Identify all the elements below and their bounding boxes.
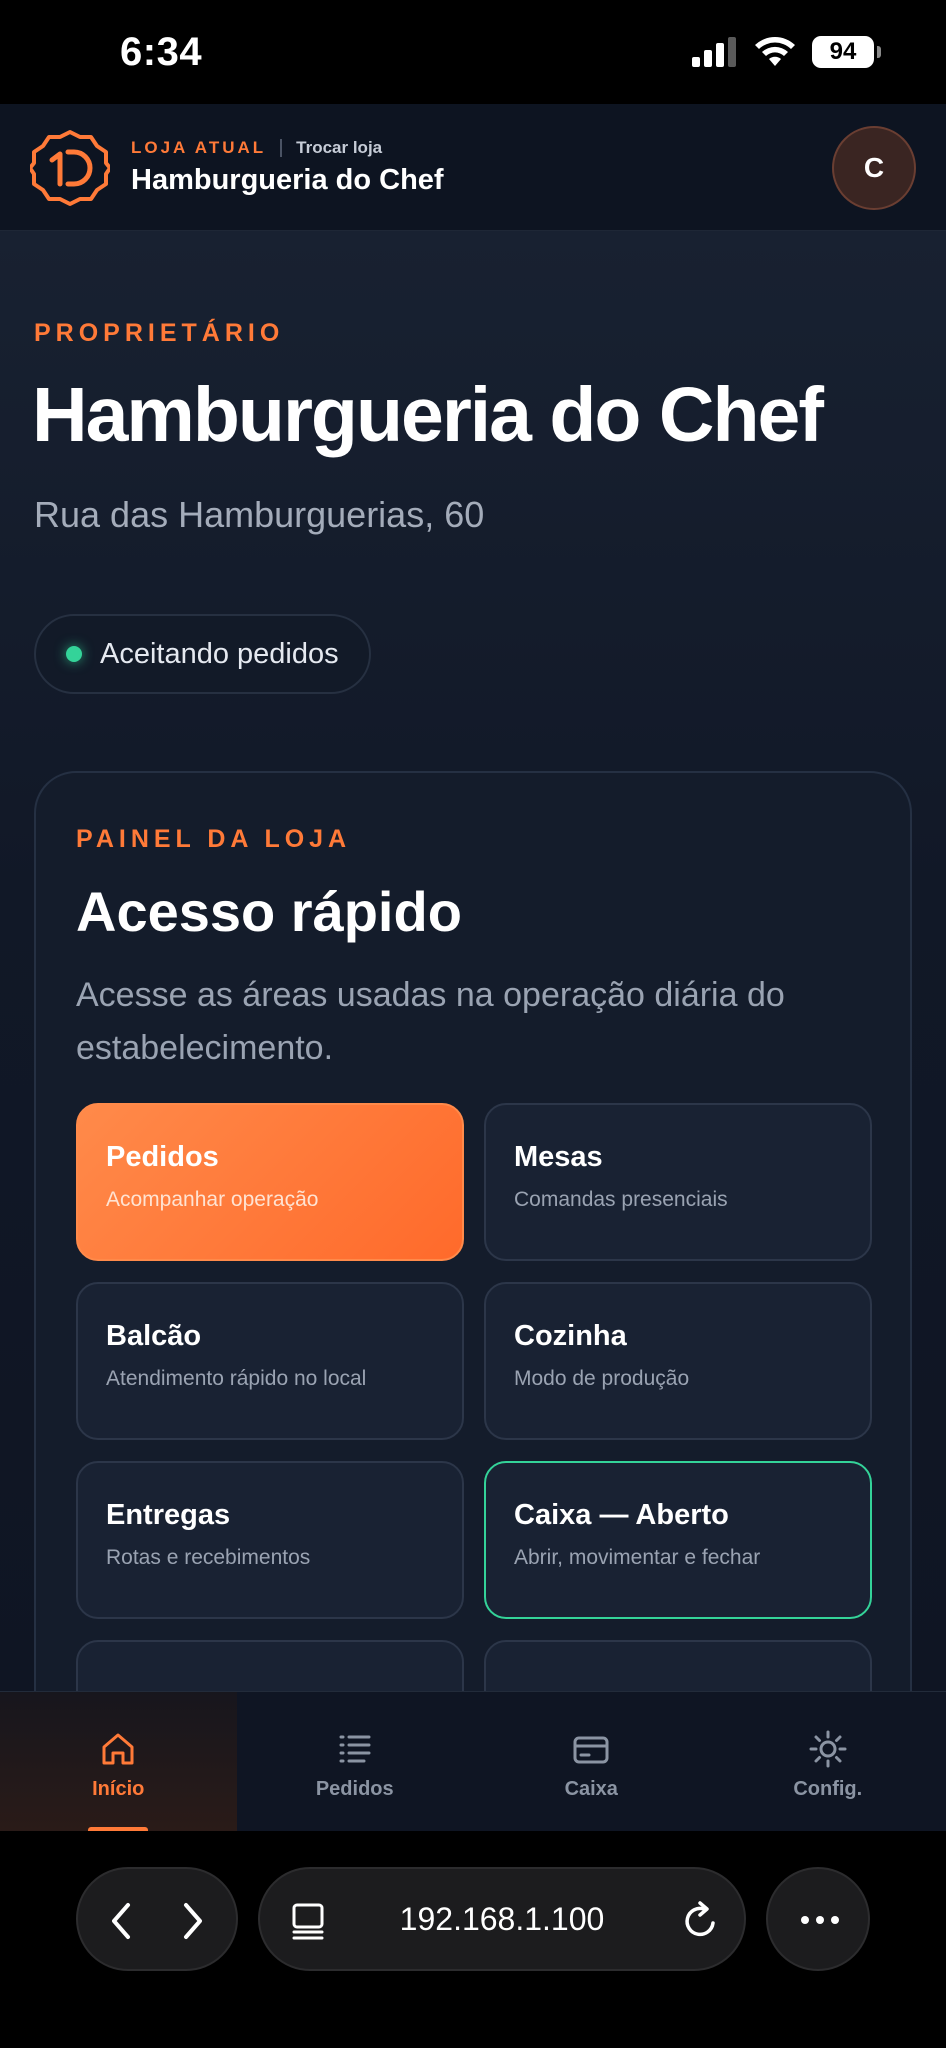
tile-subtitle: Modo de produção — [514, 1367, 690, 1390]
tile-subtitle: Atendimento rápido no local — [106, 1367, 367, 1390]
status-icons: 94 — [692, 36, 881, 68]
tile-mesas[interactable]: Mesas Comandas presenciais — [484, 1103, 872, 1261]
tile-subtitle: Rotas e recebimentos — [106, 1546, 311, 1569]
nav-label: Config. — [793, 1778, 863, 1800]
switch-store-link[interactable]: Trocar loja — [296, 138, 382, 158]
tile-title: Pedidos — [106, 1141, 219, 1173]
tile-title: Entregas — [106, 1499, 231, 1531]
battery-indicator: 94 — [812, 36, 881, 68]
role-label: PROPRIETÁRIO — [34, 319, 285, 347]
card-icon — [573, 1736, 609, 1764]
app-header: LOJA ATUAL Trocar loja Hamburgueria do C… — [0, 104, 946, 231]
brand-logo-icon[interactable] — [30, 128, 110, 208]
store-meta: LOJA ATUAL Trocar loja — [131, 138, 382, 158]
nav-item-config[interactable]: Config. — [710, 1692, 946, 1832]
panel-title: Acesso rápido — [76, 880, 462, 943]
status-badge[interactable]: Aceitando pedidos — [34, 614, 371, 694]
page-title: Hamburgueria do Chef — [32, 372, 824, 458]
header-store-name: Hamburgueria do Chef — [131, 164, 444, 196]
avatar[interactable]: C — [832, 126, 916, 210]
status-bar: 6:34 94 — [0, 0, 946, 104]
gear-icon — [809, 1730, 847, 1768]
meta-divider — [280, 139, 283, 157]
tile-title: Cozinha — [514, 1320, 627, 1352]
panel-eyebrow: PAINEL DA LOJA — [76, 825, 352, 853]
address-bar[interactable]: 192.168.1.100 — [258, 1867, 746, 1971]
status-dot — [66, 646, 82, 662]
tile-balcao[interactable]: Balcão Atendimento rápido no local — [76, 1282, 464, 1440]
nav-item-caixa[interactable]: Caixa — [473, 1692, 710, 1832]
tile-pedidos[interactable]: Pedidos Acompanhar operação — [76, 1103, 464, 1261]
tile-partial[interactable] — [76, 1640, 464, 1691]
more-menu-button[interactable] — [766, 1867, 870, 1971]
status-time: 6:34 — [120, 30, 203, 74]
forward-icon[interactable] — [174, 1901, 210, 1941]
nav-label: Início — [92, 1778, 145, 1800]
quick-access-panel: PAINEL DA LOJA Acesso rápido Acesse as á… — [34, 771, 912, 1691]
list-icon — [339, 1735, 371, 1763]
tile-title: Mesas — [514, 1141, 603, 1173]
bottom-nav: Início Pedidos Caixa Config. — [0, 1691, 946, 1832]
wifi-icon — [755, 37, 795, 66]
tile-subtitle: Abrir, movimentar e fechar — [514, 1546, 761, 1569]
tile-partial[interactable] — [484, 1640, 872, 1691]
more-icon — [801, 1916, 839, 1924]
url-text: 192.168.1.100 — [399, 1901, 605, 1937]
home-icon — [102, 1733, 134, 1765]
browser-toolbar: 192.168.1.100 — [0, 1831, 946, 2048]
nav-label: Pedidos — [315, 1778, 394, 1800]
history-nav — [76, 1867, 238, 1971]
status-text: Aceitando pedidos — [100, 637, 339, 670]
reload-icon[interactable] — [680, 1901, 720, 1941]
tile-subtitle: Comandas presenciais — [514, 1188, 728, 1211]
tile-caixa[interactable]: Caixa — Aberto Abrir, movimentar e fecha… — [484, 1461, 872, 1619]
current-store-label: LOJA ATUAL — [131, 138, 267, 157]
store-address: Rua das Hamburguerias, 60 — [34, 494, 485, 535]
main-content[interactable]: PROPRIETÁRIO Hamburgueria do Chef Rua da… — [0, 231, 946, 1691]
nav-label: Caixa — [564, 1778, 618, 1800]
tile-title: Balcão — [106, 1320, 202, 1352]
tile-subtitle: Acompanhar operação — [106, 1188, 319, 1211]
panel-description: Acesse as áreas usadas na operação diári… — [76, 976, 785, 1067]
tile-cozinha[interactable]: Cozinha Modo de produção — [484, 1282, 872, 1440]
nav-item-inicio[interactable]: Início — [0, 1692, 237, 1832]
signal-icon — [692, 37, 736, 67]
nav-item-pedidos[interactable]: Pedidos — [237, 1692, 474, 1832]
back-icon[interactable] — [104, 1901, 140, 1941]
tile-title: Caixa — Aberto — [514, 1499, 729, 1531]
tile-entregas[interactable]: Entregas Rotas e recebimentos — [76, 1461, 464, 1619]
